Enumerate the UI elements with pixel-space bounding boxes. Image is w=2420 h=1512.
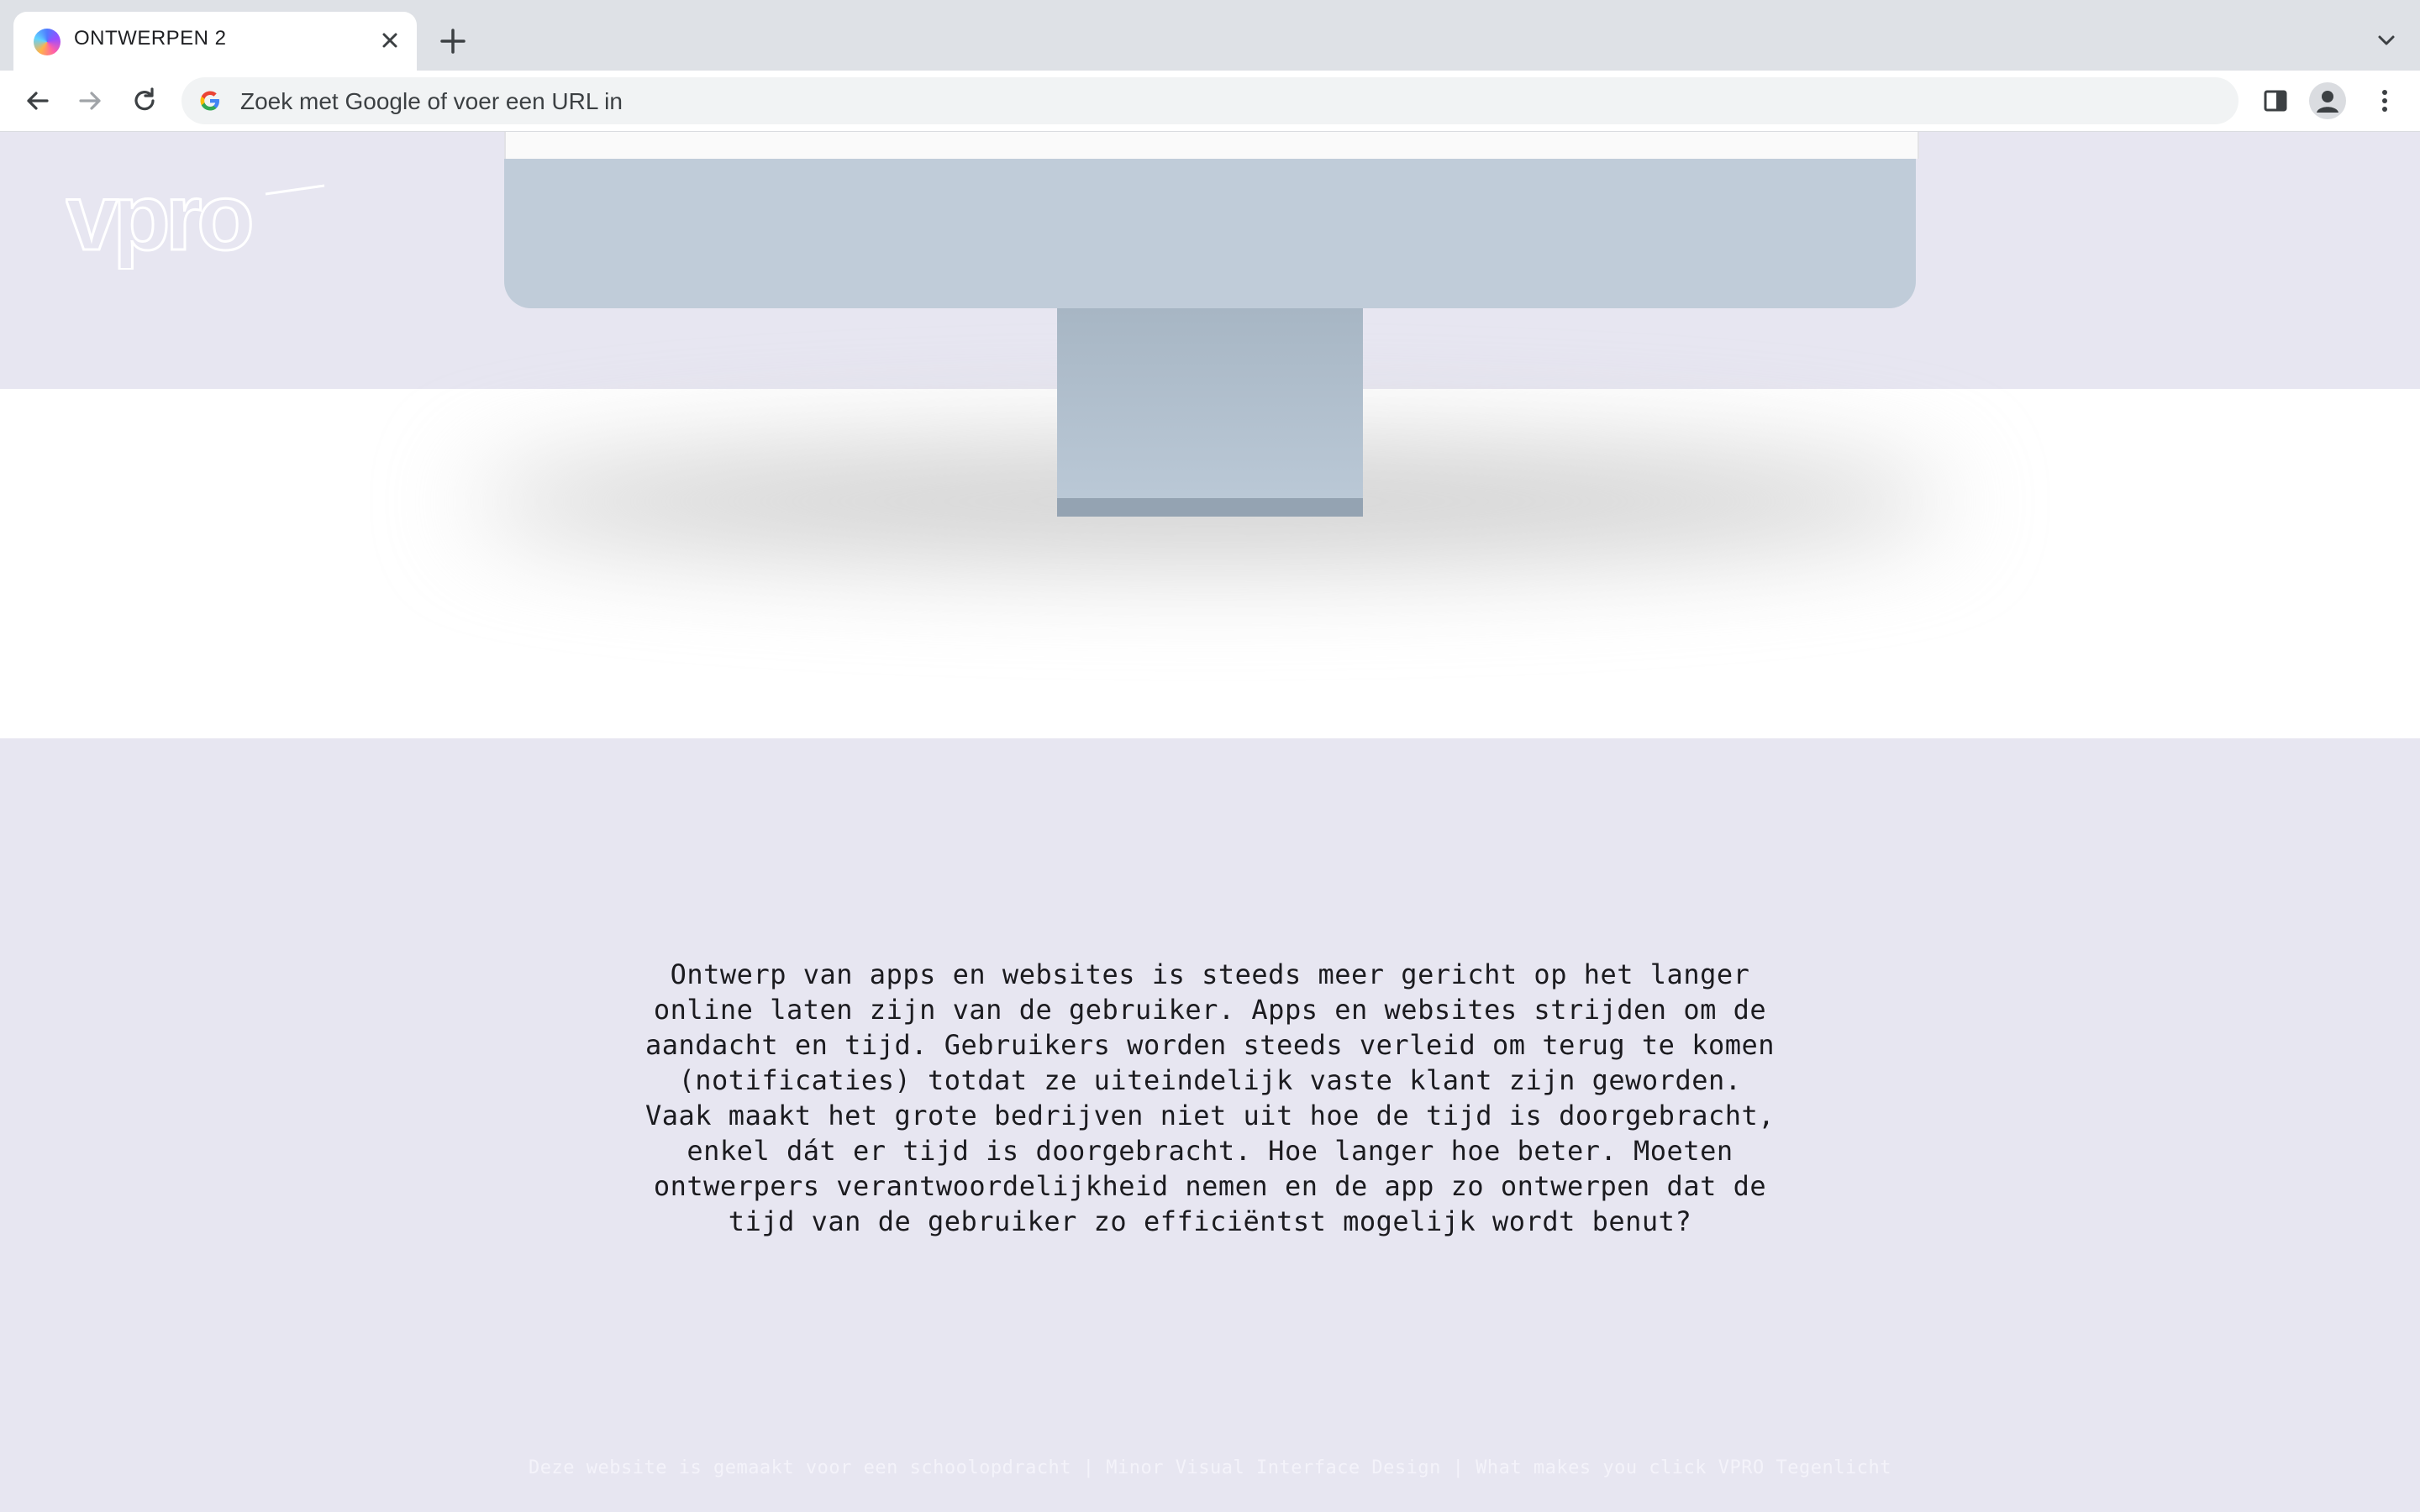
monitor-stand [1057, 308, 1363, 517]
more-menu-icon[interactable] [2368, 84, 2402, 118]
intro-paragraph: Ontwerp van apps en websites is steeds m… [644, 958, 1776, 1237]
svg-text:vpro: vpro [66, 177, 251, 270]
monitor-stand-foot [1057, 498, 1363, 517]
page-viewport: vpro Ontwerp van apps en websites is ste… [0, 132, 2420, 1512]
tab-strip: ONTWERPEN 2 [0, 0, 2420, 71]
close-tab-icon[interactable] [375, 25, 405, 55]
tab-search-chevron-down-icon[interactable] [2371, 25, 2402, 55]
reload-icon[interactable] [128, 84, 161, 118]
profile-avatar-icon[interactable] [2309, 82, 2346, 119]
forward-arrow-icon[interactable] [74, 84, 108, 118]
google-g-icon [200, 91, 219, 111]
tab-title: ONTWERPEN 2 [74, 27, 227, 50]
back-arrow-icon[interactable] [20, 84, 54, 118]
omnibox-input[interactable] [239, 84, 2175, 119]
side-panel-icon[interactable] [2259, 84, 2292, 118]
monitor-chin [504, 159, 1916, 308]
monitor-screen-bottom [504, 132, 1919, 159]
browser-toolbar [0, 71, 2420, 132]
vpro-logo[interactable]: vpro [66, 177, 326, 270]
address-bar[interactable] [182, 77, 2238, 124]
site-favicon-icon [34, 29, 60, 55]
new-tab-button[interactable] [434, 22, 472, 60]
tab-ontwerpen-2[interactable]: ONTWERPEN 2 [13, 12, 417, 71]
footer-credits: Deze website is gemaakt voor een schoolo… [529, 1457, 1891, 1478]
